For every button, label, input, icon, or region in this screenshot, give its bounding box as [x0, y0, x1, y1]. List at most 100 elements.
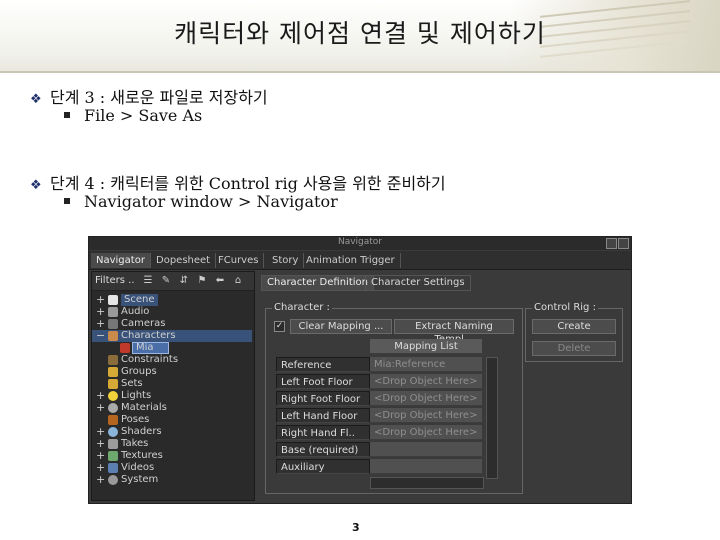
mapping-slot-column: Reference Left Foot Floor Right Foot Flo… [274, 339, 370, 489]
system-icon [108, 475, 118, 485]
flag-icon[interactable]: ⚑ [196, 275, 208, 287]
tree-node-audio[interactable]: + Audio [92, 306, 252, 318]
control-rig-group: Control Rig : Create Delete [525, 302, 623, 362]
light-icon [108, 391, 118, 401]
tree-node-system[interactable]: + System [92, 474, 252, 486]
bullet-step3: ❖ 단계 3 : 새로운 파일로 저장하기 [30, 84, 268, 108]
drop-target-left-hand-floor[interactable]: <Drop Object Here> [370, 408, 482, 423]
window-titlebar: Navigator [89, 237, 631, 250]
characterize-checkbox[interactable]: ✓ [274, 321, 285, 332]
window-tabs: Navigator Dopesheet FCurves Story Animat… [89, 251, 631, 270]
create-button[interactable]: Create [532, 319, 616, 334]
back-arrow-icon[interactable]: ⬅ [214, 275, 226, 287]
page-number: 3 [352, 521, 360, 534]
square-bullet-icon [64, 197, 70, 204]
folder-icon [108, 379, 118, 389]
tree-node-label: Groups [121, 366, 157, 377]
tree-node-materials[interactable]: + Materials [92, 402, 252, 414]
drop-target-auxiliary[interactable] [370, 459, 482, 474]
close-icon[interactable] [618, 238, 629, 249]
sub-bullet-step4-text: Navigator window > Navigator [84, 192, 338, 211]
drop-target-base[interactable] [370, 442, 482, 457]
extract-naming-template-button[interactable]: Extract Naming Templ... [394, 319, 514, 345]
tree-node-textures[interactable]: + Textures [92, 450, 252, 462]
slot-right-foot-floor[interactable]: Right Foot Floor [276, 391, 370, 406]
character-icon [108, 331, 118, 341]
tree-node-label: Lights [121, 390, 152, 401]
tab-fcurves[interactable]: FCurves [213, 253, 265, 268]
slot-base-required[interactable]: Base (required) [276, 442, 370, 457]
tab-dopesheet[interactable]: Dopesheet [151, 253, 217, 268]
tree-node-label: Poses [121, 414, 150, 425]
tree-node-cameras[interactable]: + Cameras [92, 318, 252, 330]
expand-toggle[interactable]: + [96, 402, 106, 414]
tab-character-definition[interactable]: Character Definition [261, 275, 374, 291]
tree-node-videos[interactable]: + Videos [92, 462, 252, 474]
select-tool-icon[interactable]: ✎ [160, 275, 172, 287]
slot-left-hand-floor[interactable]: Left Hand Floor [276, 408, 370, 423]
tree-node-groups[interactable]: Groups [92, 366, 252, 378]
mapping-horizontal-scrollbar[interactable] [370, 477, 484, 489]
texture-icon [108, 451, 118, 461]
character-group: Character : ✓ Clear Mapping ... Extract … [265, 302, 523, 494]
bullet-step4-text: 단계 4 : 캐릭터를 위한 Control rig 사용을 위한 준비하기 [50, 174, 446, 193]
tree-node-takes[interactable]: + Takes [92, 438, 252, 450]
slide-title: 캐릭터와 제어점 연결 및 제어하기 [174, 19, 546, 48]
take-icon [108, 439, 118, 449]
tree-node-label: Mia [132, 342, 169, 354]
material-icon [108, 403, 118, 413]
sub-bullet-step3-text: File > Save As [84, 106, 203, 125]
sort-icon[interactable]: ⇵ [178, 275, 190, 287]
shader-icon [108, 427, 118, 437]
tree-node-poses[interactable]: Poses [92, 414, 252, 426]
folder-icon [108, 367, 118, 377]
slot-reference[interactable]: Reference [276, 357, 370, 372]
expand-toggle[interactable]: + [96, 474, 106, 486]
tree-node-label: Characters [121, 330, 176, 341]
tree-node-label: System [121, 474, 159, 485]
tree-node-shaders[interactable]: + Shaders [92, 426, 252, 438]
mapping-vertical-scrollbar[interactable] [486, 357, 498, 479]
tree-node-label: Constraints [121, 354, 179, 365]
delete-button[interactable]: Delete [532, 341, 616, 356]
tab-character-settings[interactable]: Character Settings [365, 275, 471, 291]
sub-bullet-step3: File > Save As [64, 106, 202, 125]
tab-navigator[interactable]: Navigator [91, 253, 151, 268]
tree-node-label: Scene [121, 294, 158, 306]
tab-story[interactable]: Story [267, 253, 305, 268]
tree-node-scene[interactable]: + Scene [92, 294, 252, 306]
clear-mapping-button[interactable]: Clear Mapping ... [290, 319, 392, 334]
sub-bullet-step4: Navigator window > Navigator [64, 192, 338, 211]
list-view-icon[interactable]: ☰ [142, 275, 154, 287]
tab-animation-trigger[interactable]: Animation Trigger [301, 253, 401, 268]
slot-left-foot-floor[interactable]: Left Foot Floor [276, 374, 370, 389]
drop-target-left-foot-floor[interactable]: <Drop Object Here> [370, 374, 482, 389]
tree-node-constraints[interactable]: Constraints [92, 354, 252, 366]
tree-node-label: Sets [121, 378, 143, 389]
tree-node-label: Textures [121, 450, 163, 461]
home-icon[interactable]: ⌂ [232, 275, 244, 287]
diamond-bullet-icon: ❖ [30, 178, 42, 193]
slide-header: 캐릭터와 제어점 연결 및 제어하기 [0, 0, 720, 73]
restore-icon[interactable] [606, 238, 617, 249]
video-icon [108, 463, 118, 473]
tree-node-label: Audio [121, 306, 150, 317]
control-rig-group-label: Control Rig : [532, 302, 598, 313]
expand-toggle[interactable]: − [96, 330, 106, 342]
tree-node-mia[interactable]: Mia [92, 342, 252, 354]
tree-node-label: Cameras [121, 318, 166, 329]
navigator-tree-panel: Filters .. ☰ ✎ ⇵ ⚑ ⬅ ⌂ + Scene + Audio + Ca… [91, 271, 255, 501]
tree-node-sets[interactable]: Sets [92, 378, 252, 390]
tree-node-lights[interactable]: + Lights [92, 390, 252, 402]
filters-button[interactable]: Filters .. [95, 275, 135, 286]
slot-right-hand-floor[interactable]: Right Hand Fl.. [276, 425, 370, 440]
tree-node-label: Takes [121, 438, 149, 449]
mapped-object-reference[interactable]: Mia:Reference [370, 357, 482, 372]
tree-node-label: Shaders [121, 426, 162, 437]
tree-node-characters[interactable]: − Characters [92, 330, 252, 342]
bullet-step4: ❖ 단계 4 : 캐릭터를 위한 Control rig 사용을 위한 준비하기 [30, 170, 446, 194]
square-bullet-icon [64, 111, 70, 118]
slot-auxiliary[interactable]: Auxiliary [276, 459, 370, 474]
drop-target-right-foot-floor[interactable]: <Drop Object Here> [370, 391, 482, 406]
drop-target-right-hand-floor[interactable]: <Drop Object Here> [370, 425, 482, 440]
